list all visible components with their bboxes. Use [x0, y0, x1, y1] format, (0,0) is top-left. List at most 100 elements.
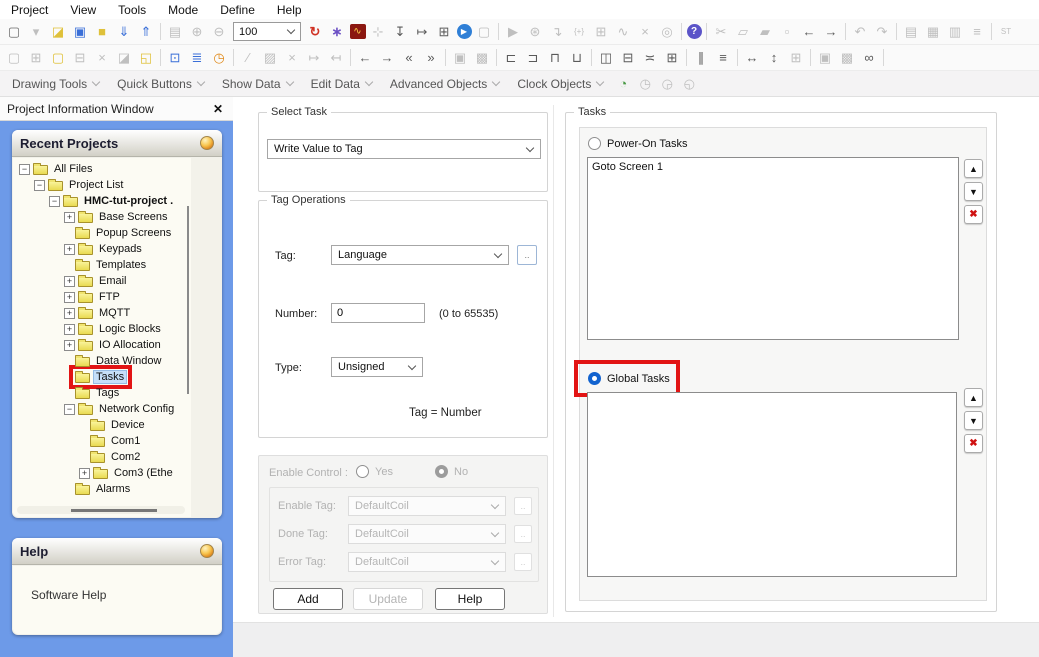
tree-horizontal-scrollbar-thumb[interactable]	[71, 509, 157, 512]
goto-branch-icon[interactable]: ↴	[548, 22, 567, 41]
expand-icon[interactable]: +	[64, 276, 75, 287]
undo-icon[interactable]: ↶	[851, 22, 870, 41]
zoom-out-icon[interactable]: ⊖	[210, 22, 229, 41]
fit-width-icon[interactable]: ↔	[743, 48, 762, 67]
number-input[interactable]	[331, 303, 425, 323]
center-on-screen-icon[interactable]: ⊞	[663, 48, 682, 67]
copy-icon[interactable]: ▱	[734, 22, 753, 41]
expand-icon[interactable]: +	[64, 244, 75, 255]
tree-item-tags[interactable]: Tags	[13, 385, 221, 401]
tree-item-com3-ethe[interactable]: +Com3 (Ethe	[13, 465, 221, 481]
pan-hand-icon[interactable]: ⊛	[526, 22, 545, 41]
zoom-in-icon[interactable]: ⊕	[188, 22, 207, 41]
collapse-ball-icon[interactable]	[200, 544, 214, 558]
open-folder-icon[interactable]: ■	[93, 22, 112, 41]
collapse-icon[interactable]: −	[19, 164, 30, 175]
collapse-icon[interactable]: −	[34, 180, 45, 191]
cut-icon[interactable]: ✂	[712, 22, 731, 41]
run-icon[interactable]: ▶	[457, 24, 472, 39]
tree-vertical-scrollbar[interactable]	[187, 206, 189, 394]
menu-mode[interactable]: Mode	[157, 3, 209, 17]
open-screen-icon[interactable]: ◪	[115, 48, 134, 67]
save-project-icon[interactable]: ▣	[71, 22, 90, 41]
add-list-icon[interactable]: ⊟	[71, 48, 90, 67]
tree-item-email[interactable]: +Email	[13, 273, 221, 289]
dropdown-advanced-objects[interactable]: Advanced Objects	[381, 73, 508, 95]
view-list-icon[interactable]: ≡	[968, 22, 987, 41]
historical-database-icon[interactable]: ◷	[210, 48, 229, 67]
menu-view[interactable]: View	[59, 3, 107, 17]
collapse-ball-icon[interactable]	[200, 136, 214, 150]
power-on-tasks-list[interactable]: Goto Screen 1	[587, 157, 959, 340]
move-up-button[interactable]: ▲	[964, 388, 983, 407]
menu-project[interactable]: Project	[0, 3, 59, 17]
move-down-button[interactable]: ▼	[964, 182, 983, 201]
simulate-icon[interactable]: ▶	[504, 22, 523, 41]
script-text-icon[interactable]: ST	[997, 22, 1016, 41]
enable-tag-combo[interactable]: DefaultCoil	[348, 496, 506, 516]
delete-task-button[interactable]: ✖	[964, 434, 983, 453]
nav-last-icon[interactable]: »	[422, 48, 441, 67]
new-project-icon[interactable]: ▢	[5, 22, 24, 41]
collapse-icon[interactable]: −	[49, 196, 60, 207]
nudge-right-icon[interactable]: →	[822, 22, 841, 41]
help-card-header[interactable]: Help	[12, 538, 222, 565]
distribute-horizontal-icon[interactable]: ∥	[692, 48, 711, 67]
align-middle-icon[interactable]: ≍	[641, 48, 660, 67]
settings-gear-icon[interactable]: ∗	[328, 22, 347, 41]
fit-height-icon[interactable]: ↕	[765, 48, 784, 67]
help-button[interactable]: Help	[435, 588, 505, 610]
tree-item-all-files[interactable]: −All Files	[13, 161, 221, 177]
group-icon[interactable]: ▣	[816, 48, 835, 67]
view-details-icon[interactable]: ▥	[946, 22, 965, 41]
dropdown-show-data[interactable]: Show Data	[213, 73, 302, 95]
dropdown-quick-buttons[interactable]: Quick Buttons	[108, 73, 213, 95]
align-left-icon[interactable]: ⊏	[502, 48, 521, 67]
edit-pen-icon[interactable]: ∕	[239, 48, 258, 67]
move-down-button[interactable]: ▼	[964, 411, 983, 430]
done-tag-combo[interactable]: DefaultCoil	[348, 524, 506, 544]
properties-icon[interactable]: ▤	[166, 22, 185, 41]
touch-mode-icon[interactable]: ⊹	[369, 22, 388, 41]
marquee-select-icon[interactable]: ▫	[778, 22, 797, 41]
fit-selection-icon[interactable]: ⊞	[787, 48, 806, 67]
collapse-icon[interactable]: −	[64, 404, 75, 415]
view-grid-icon[interactable]: ▦	[924, 22, 943, 41]
download-icon[interactable]: ↧	[391, 22, 410, 41]
analog-clock-icon[interactable]: ◷	[636, 74, 655, 93]
ungroup-icon[interactable]: ▩	[838, 48, 857, 67]
type-combo[interactable]: Unsigned	[331, 357, 423, 377]
select-window-icon[interactable]: ◱	[137, 48, 156, 67]
close-icon[interactable]: ✕	[213, 102, 223, 116]
tree-item-mqtt[interactable]: +MQTT	[13, 305, 221, 321]
tree-item-tasks[interactable]: Tasks	[13, 369, 221, 385]
task-list-item[interactable]: Goto Screen 1	[588, 160, 958, 174]
task-type-combo[interactable]: Write Value to Tag	[267, 139, 541, 159]
trend-edit-icon[interactable]: ∿	[614, 22, 633, 41]
expand-icon[interactable]: +	[64, 340, 75, 351]
update-button[interactable]: Update	[353, 588, 423, 610]
download-to-device-icon[interactable]: ⇓	[115, 22, 134, 41]
import-object-icon[interactable]: ↦	[305, 48, 324, 67]
delete-task-button[interactable]: ✖	[964, 205, 983, 224]
tree-item-templates[interactable]: Templates	[13, 257, 221, 273]
view-screens-icon[interactable]: ▤	[902, 22, 921, 41]
data-table-icon[interactable]: ⊞	[435, 22, 454, 41]
signature-icon[interactable]: ∿	[350, 24, 366, 39]
target-icon[interactable]: ◎	[658, 22, 677, 41]
expand-icon[interactable]: +	[64, 212, 75, 223]
tree-item-io-allocation[interactable]: +IO Allocation	[13, 337, 221, 353]
expand-icon[interactable]: +	[64, 308, 75, 319]
help-icon[interactable]: ?	[687, 24, 702, 39]
tree-item-data-window[interactable]: Data Window	[13, 353, 221, 369]
time-object-icon[interactable]: ◵	[680, 74, 699, 93]
tree-item-device[interactable]: Device	[13, 417, 221, 433]
delete-screen-icon[interactable]: ×	[93, 48, 112, 67]
tree-item-com2[interactable]: Com2	[13, 449, 221, 465]
tree-item-com1[interactable]: Com1	[13, 433, 221, 449]
dropdown-clock-objects[interactable]: Clock Objects	[508, 73, 612, 95]
zoom-level-combo[interactable]: 100	[233, 22, 301, 41]
stamp-icon[interactable]: ▨	[261, 48, 280, 67]
tag-grid-icon[interactable]: ⊞	[592, 22, 611, 41]
tag-database-icon[interactable]: ≣	[188, 48, 207, 67]
